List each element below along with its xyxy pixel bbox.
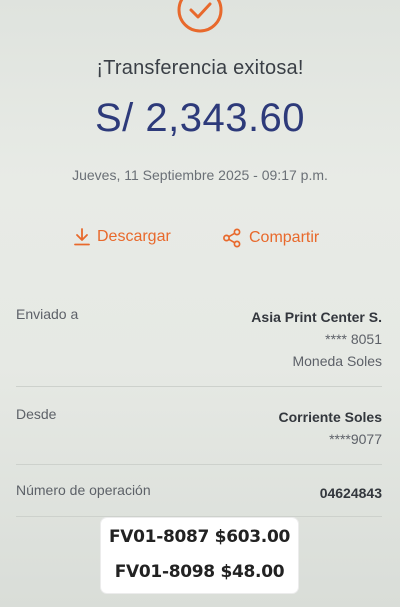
share-icon — [223, 228, 241, 248]
divider — [16, 386, 382, 387]
operation-values: 04624843 — [320, 482, 382, 504]
from-values: Corriente Soles ****9077 — [279, 406, 382, 450]
operation-label: Número de operación — [16, 482, 151, 498]
recipient-name: Asia Print Center S. — [251, 309, 382, 325]
from-label: Desde — [16, 406, 57, 422]
invoice-line-2: FV01-8098 $48.00 — [114, 562, 285, 582]
sent-to-values: Asia Print Center S. **** 8051 Moneda So… — [251, 306, 382, 372]
divider — [16, 464, 382, 465]
transfer-receipt-screen: ¡Transferencia exitosa! S/ 2,343.60 Juev… — [0, 0, 400, 607]
download-button[interactable]: Descargar — [74, 228, 171, 246]
operation-number: 04624843 — [319, 485, 382, 501]
divider — [16, 516, 382, 517]
source-account-name: Corriente Soles — [278, 409, 382, 425]
transfer-amount: S/ 2,343.60 — [94, 96, 306, 140]
detail-row-from: Desde Corriente Soles ****9077 — [16, 406, 382, 458]
detail-row-operation: Número de operación 04624843 — [16, 482, 382, 506]
source-account-number: ****9077 — [329, 431, 382, 447]
invoice-line-1: FV01-8087 $603.00 — [108, 527, 291, 547]
invoice-note-overlay: FV01-8087 $603.00 FV01-8098 $48.00 — [101, 518, 298, 593]
download-label: Descargar — [97, 228, 171, 245]
recipient-account: **** 8051 — [325, 331, 382, 347]
sent-to-label: Enviado a — [16, 306, 79, 322]
transfer-date: Jueves, 11 Septiembre 2025 - 09:17 p.m. — [72, 167, 328, 183]
success-title: ¡Transferencia exitosa! — [96, 57, 304, 79]
download-icon — [74, 228, 90, 246]
share-button[interactable]: Compartir — [222, 228, 319, 248]
check-circle-icon — [177, 0, 223, 33]
recipient-currency: Moneda Soles — [292, 353, 382, 369]
detail-row-sent-to: Enviado a Asia Print Center S. **** 8051… — [16, 306, 382, 382]
share-label: Compartir — [249, 229, 320, 246]
